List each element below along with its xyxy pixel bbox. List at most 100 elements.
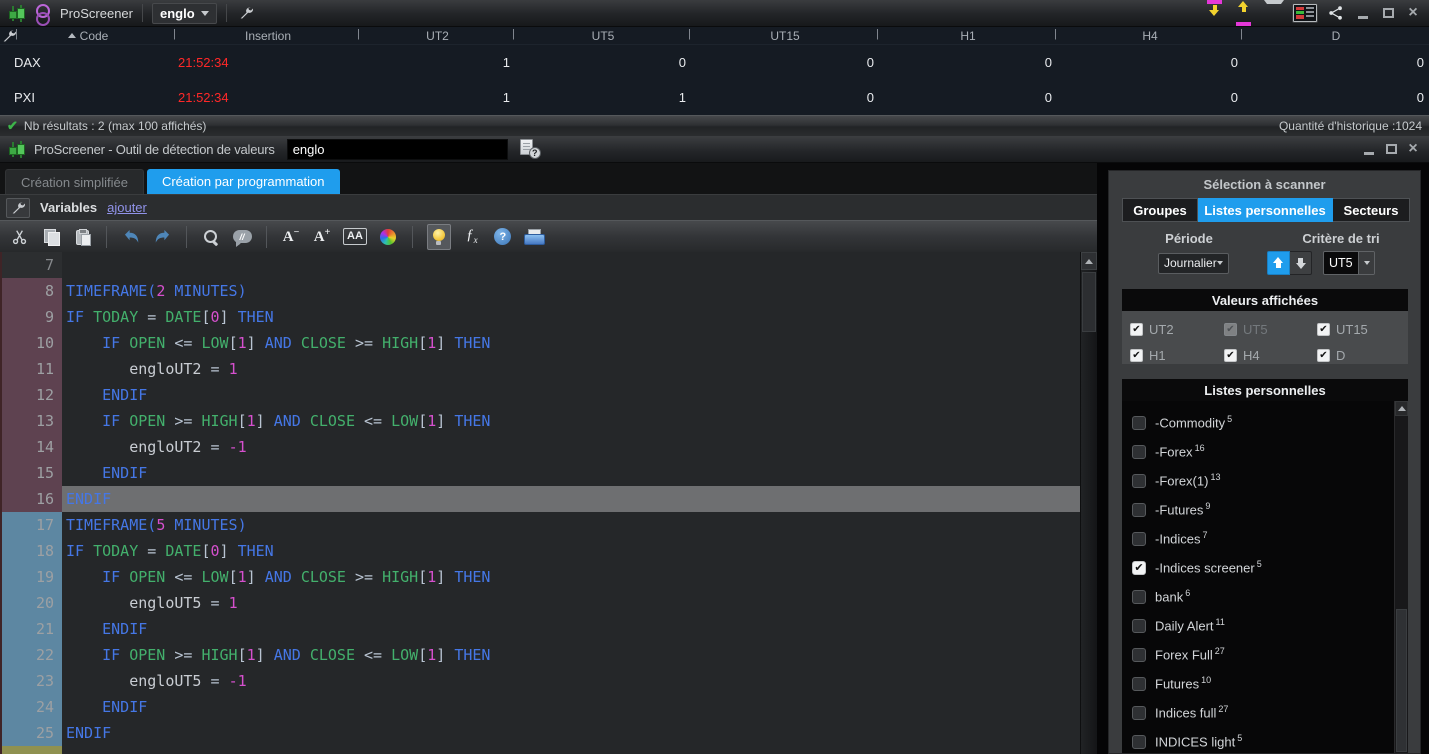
close-button[interactable]: × <box>1405 4 1421 22</box>
code-line-text[interactable]: IF OPEN >= HIGH[1] AND CLOSE <= LOW[1] T… <box>62 408 1082 434</box>
checkbox-d[interactable]: ✔ <box>1317 348 1330 362</box>
settings-wrench-icon[interactable] <box>236 0 256 26</box>
scrollbar-thumb[interactable] <box>1396 609 1407 752</box>
font-increase-button[interactable]: A+ <box>312 224 332 250</box>
font-settings-button[interactable] <box>343 224 367 250</box>
code-line-text[interactable]: ENDIF <box>62 486 1082 512</box>
code-line-text[interactable]: IF OPEN <= LOW[1] AND CLOSE >= HIGH[1] T… <box>62 564 1082 590</box>
column-header-h4[interactable]: H4 | <box>1057 27 1243 45</box>
checkbox-h1[interactable]: ✔ <box>1130 348 1143 362</box>
list-item-indices-light[interactable]: INDICES light 5 <box>1122 727 1408 753</box>
hints-button[interactable] <box>426 223 451 250</box>
list-item-futures[interactable]: Futures 10 <box>1122 669 1408 698</box>
scan-tab-listes-personnelles[interactable]: Listes personnelles <box>1198 198 1333 222</box>
code-line-text[interactable]: TIMEFRAME(5 MINUTES) <box>62 512 1082 538</box>
chevron-down-icon[interactable] <box>1264 0 1284 26</box>
scroll-up-button[interactable] <box>1081 252 1097 270</box>
list-item-daily-alert[interactable]: Daily Alert 11 <box>1122 611 1408 640</box>
help-document-icon[interactable]: ? <box>519 139 541 159</box>
checkbox-indices-full[interactable] <box>1132 705 1146 720</box>
code-line-text[interactable]: ENDIF <box>62 460 1082 486</box>
redo-button[interactable] <box>152 224 172 250</box>
export-up-icon[interactable] <box>1235 0 1255 26</box>
checkbox-futures[interactable] <box>1132 676 1146 691</box>
code-line-text[interactable]: TIMEFRAME(2 MINUTES) <box>62 278 1082 304</box>
screener-selector[interactable]: englo <box>151 2 217 24</box>
code-line-text[interactable]: ENDIF <box>62 720 1082 746</box>
code-line-text[interactable]: ENDIF <box>62 694 1082 720</box>
list-item-bank[interactable]: bank 6 <box>1122 582 1408 611</box>
result-row-DAX[interactable]: DAX 21:52:34 1 0 0 0 0 0 <box>0 45 1429 80</box>
code-line-text[interactable]: IF TODAY = DATE[0] THEN <box>62 304 1082 330</box>
code-line-text[interactable]: IF TODAY = DATE[0] THEN <box>62 538 1082 564</box>
comment-button[interactable] <box>232 224 252 250</box>
column-header-h1[interactable]: H1 | <box>879 27 1057 45</box>
code-line-text[interactable]: engloUT2 = 1 <box>62 356 1082 382</box>
functions-button[interactable]: x <box>462 224 482 250</box>
sort-criteria-select[interactable]: UT5 <box>1323 251 1375 275</box>
checkbox--futures[interactable] <box>1132 502 1146 517</box>
sort-descending-button[interactable] <box>1290 251 1312 275</box>
colors-button[interactable] <box>378 224 398 250</box>
sort-ascending-button[interactable] <box>1267 251 1290 275</box>
code-line-text[interactable]: IF OPEN >= HIGH[1] AND CLOSE <= LOW[1] T… <box>62 642 1082 668</box>
editor-scrollbar[interactable] <box>1080 252 1097 754</box>
font-decrease-button[interactable]: A− <box>281 224 301 250</box>
list-item-indices-full[interactable]: Indices full 27 <box>1122 698 1408 727</box>
add-variable-link[interactable]: ajouter <box>107 200 147 215</box>
checkbox--indices-screener[interactable]: ✔ <box>1132 560 1146 575</box>
code-line-text[interactable]: engloUT5 = 1 <box>62 590 1082 616</box>
code-line-text[interactable]: IF OPEN <= LOW[1] AND CLOSE >= HIGH[1] T… <box>62 330 1082 356</box>
column-header-ut2[interactable]: UT2 | <box>360 27 515 45</box>
variables-settings-button[interactable] <box>6 197 30 218</box>
minimize-button[interactable] <box>1361 140 1377 158</box>
code-editor[interactable]: 7 8 TIMEFRAME(2 MINUTES) 9 IF TODAY = DATE[0… <box>0 252 1097 754</box>
undo-button[interactable] <box>121 224 141 250</box>
checkbox--forex[interactable] <box>1132 444 1146 459</box>
column-header-insertion[interactable]: Insertion | <box>176 27 360 45</box>
checkbox--indices[interactable] <box>1132 531 1146 546</box>
list-item--indices-screener[interactable]: ✔ -Indices screener 5 <box>1122 553 1408 582</box>
paste-button[interactable] <box>72 224 92 250</box>
copy-button[interactable] <box>41 224 61 250</box>
scan-tab-secteurs[interactable]: Secteurs <box>1333 198 1410 222</box>
tab-creation-par-programmation[interactable]: Création par programmation <box>146 169 340 194</box>
list-item--forex-1-[interactable]: -Forex(1) 13 <box>1122 466 1408 495</box>
help-button[interactable] <box>493 224 513 250</box>
list-scrollbar[interactable] <box>1394 401 1408 753</box>
checkbox-h4[interactable]: ✔ <box>1224 348 1237 362</box>
code-line-text[interactable]: ENDIF <box>62 382 1082 408</box>
periode-select[interactable]: Journalier <box>1158 252 1229 274</box>
maximize-button[interactable] <box>1383 140 1399 158</box>
column-header-ut5[interactable]: UT5 | <box>515 27 691 45</box>
maximize-button[interactable] <box>1380 4 1396 22</box>
checkbox-bank[interactable] <box>1132 589 1146 604</box>
scan-tab-groupes[interactable]: Groupes <box>1122 198 1198 222</box>
import-down-icon[interactable] <box>1206 0 1226 26</box>
tab-creation-simplifiee[interactable]: Création simplifiée <box>5 169 144 194</box>
checkbox-daily-alert[interactable] <box>1132 618 1146 633</box>
select-dropdown-button[interactable] <box>1358 252 1374 274</box>
code-line-text[interactable]: engloUT2 = -1 <box>62 434 1082 460</box>
result-row-PXI[interactable]: PXI 21:52:34 1 1 0 0 0 0 <box>0 80 1429 115</box>
checkbox-forex-full[interactable] <box>1132 647 1146 662</box>
checkbox-ut5[interactable]: ✔ <box>1224 322 1237 336</box>
checkbox-ut2[interactable]: ✔ <box>1130 322 1143 336</box>
minimize-button[interactable] <box>1355 4 1371 22</box>
column-settings-icon[interactable] <box>2 29 17 46</box>
print-button[interactable] <box>524 224 546 250</box>
close-button[interactable]: × <box>1405 140 1421 158</box>
share-icon[interactable] <box>1326 0 1346 26</box>
list-item-forex-full[interactable]: Forex Full 27 <box>1122 640 1408 669</box>
search-button[interactable] <box>201 224 221 250</box>
list-item--commodity[interactable]: -Commodity 5 <box>1122 408 1408 437</box>
column-header-ut15[interactable]: UT15 | <box>691 27 879 45</box>
code-line-text[interactable] <box>62 746 1082 754</box>
checkbox-ut15[interactable]: ✔ <box>1317 322 1330 336</box>
screener-name-input[interactable] <box>286 138 508 160</box>
column-header-code[interactable]: | Code | <box>0 27 176 45</box>
workspace-layout-icon[interactable] <box>1293 4 1317 22</box>
checkbox--commodity[interactable] <box>1132 415 1146 430</box>
checkbox--forex-1-[interactable] <box>1132 473 1146 488</box>
checkbox-indices-light[interactable] <box>1132 734 1146 749</box>
